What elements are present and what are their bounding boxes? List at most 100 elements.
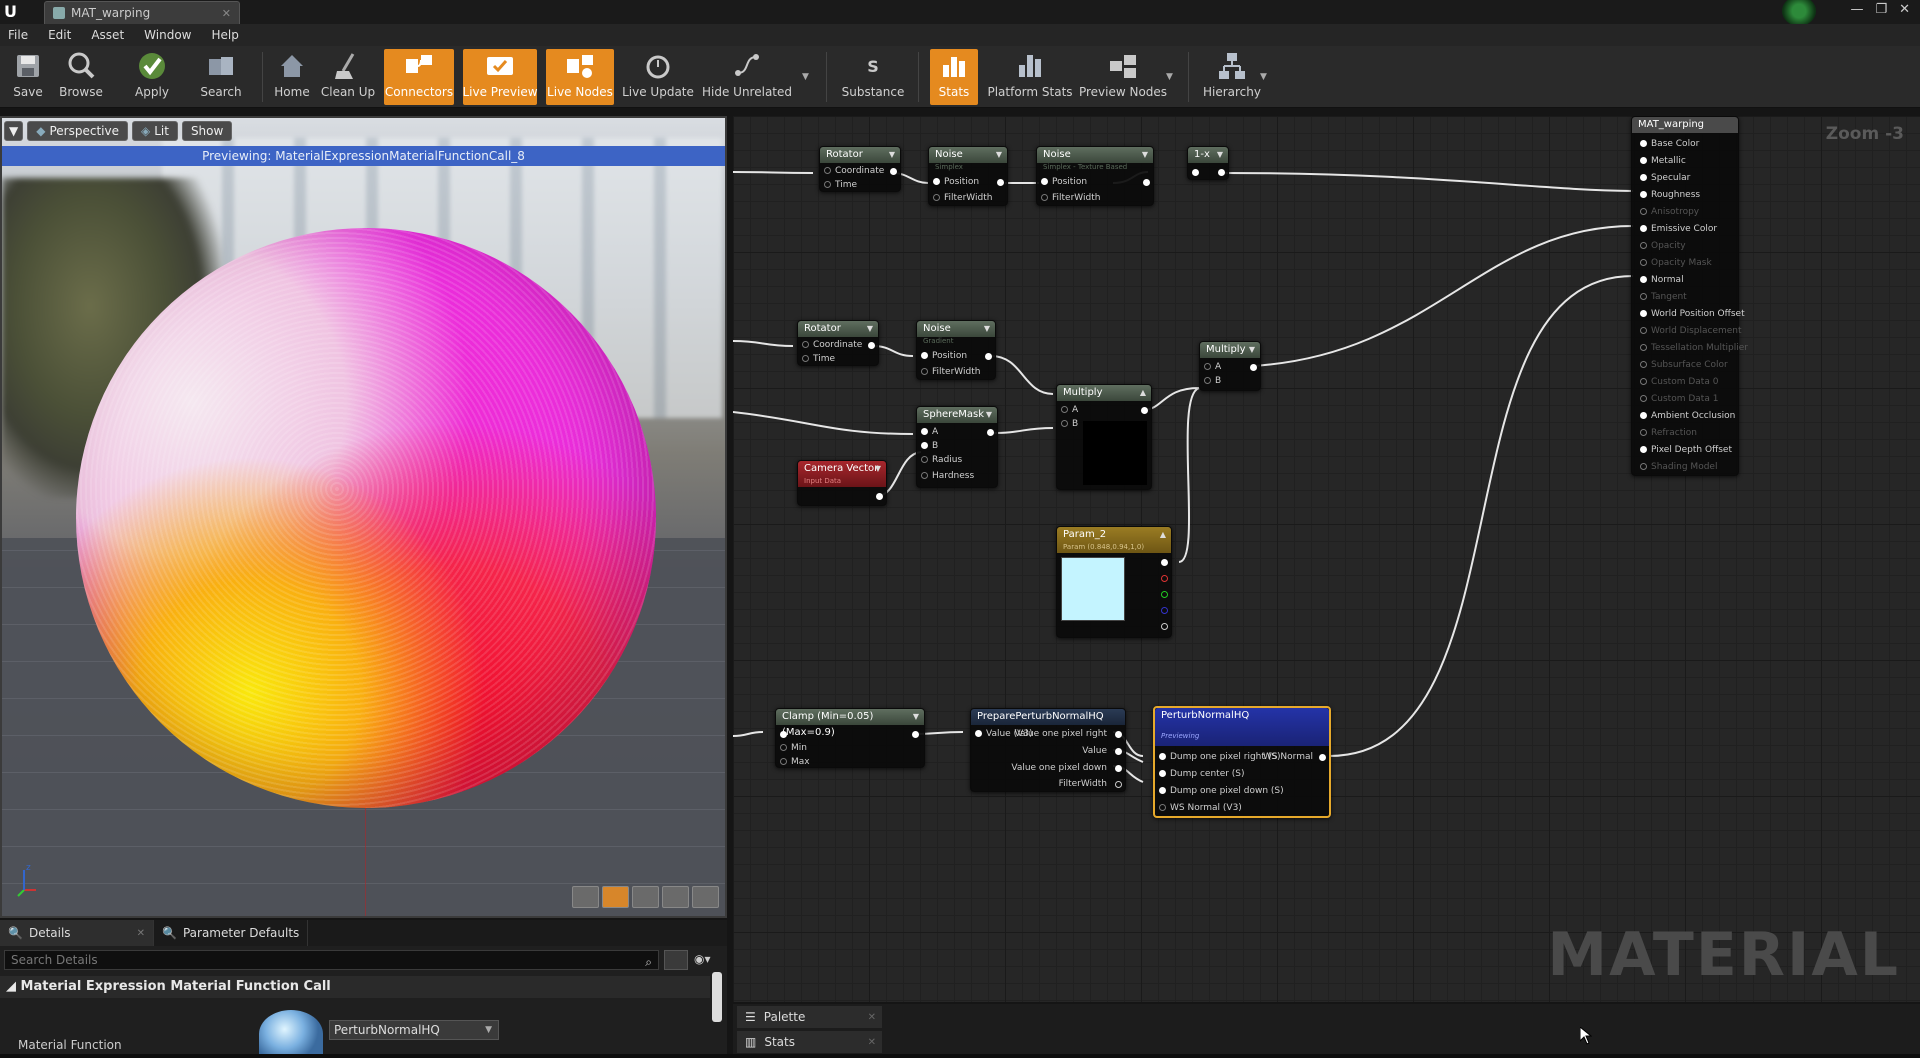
color-swatch[interactable] <box>1061 557 1125 621</box>
output-pin[interactable] <box>1319 754 1326 761</box>
camera-vector-node[interactable]: Camera Vector ▼ Input Data <box>797 460 887 506</box>
input-pin[interactable] <box>1192 169 1199 176</box>
result-pin[interactable]: Roughness <box>1640 190 1700 200</box>
param2-node[interactable]: Param_2 ▲ Param (0.848,0.94,1,0) <box>1056 526 1172 638</box>
pin-radius[interactable]: Radius <box>921 455 962 465</box>
pin-position[interactable]: Position <box>1041 177 1087 187</box>
hierarchy-button[interactable]: Hierarchy <box>1200 49 1264 105</box>
chevron-down-icon[interactable]: ▲ <box>1160 527 1166 543</box>
pin-position[interactable]: Position <box>933 177 979 187</box>
pin-filterwidth[interactable]: FilterWidth <box>1041 193 1100 203</box>
result-pin[interactable]: Opacity <box>1640 241 1686 251</box>
chevron-down-icon[interactable]: ▼ <box>867 321 873 337</box>
pin-position[interactable]: Position <box>921 351 967 361</box>
clamp-node[interactable]: Clamp (Min=0.05) (Max=0.9) ▼ Min Max <box>775 708 925 768</box>
pin-hardness[interactable]: Hardness <box>921 471 974 481</box>
output-pin-b[interactable] <box>1161 607 1168 614</box>
result-pin[interactable]: Tangent <box>1640 292 1687 302</box>
pin-a[interactable]: A <box>1204 362 1221 372</box>
pin-max[interactable]: Max <box>780 757 810 767</box>
preview-viewport[interactable]: ▼ ◆ Perspective ◈ Lit Show Previewing: Mat… <box>0 116 727 918</box>
material-result-node[interactable]: MAT_warping Base Color Metallic Specular Ro… <box>1631 116 1748 476</box>
pin-dump-center[interactable]: Dump center (S) <box>1159 769 1245 779</box>
close-window-button[interactable]: ✕ <box>1899 2 1910 17</box>
menu-edit[interactable]: Edit <box>46 28 73 42</box>
tab-parameter-defaults[interactable]: 🔍 Parameter Defaults <box>154 920 309 946</box>
prepare-perturb-normal-node[interactable]: PreparePerturbNormalHQ Value (V3) Value … <box>970 708 1126 792</box>
tab-stats[interactable]: ▥ Stats ✕ <box>737 1031 882 1053</box>
search-button[interactable]: Search <box>196 49 246 105</box>
details-scrollbar[interactable] <box>712 972 722 1022</box>
output-pin[interactable] <box>1250 364 1257 371</box>
chevron-down-icon[interactable]: ▼ <box>1249 342 1255 358</box>
tab-palette[interactable]: ☰ Palette ✕ <box>737 1006 882 1028</box>
pin-b[interactable]: B <box>1204 376 1221 386</box>
live-update-button[interactable]: Live Update <box>622 49 694 105</box>
sphere-mesh-button[interactable] <box>602 886 629 908</box>
result-pin[interactable]: Opacity Mask <box>1640 258 1712 268</box>
document-tab[interactable]: MAT_warping ✕ <box>44 1 240 24</box>
one-minus-node[interactable]: 1-x ▼ <box>1187 146 1229 180</box>
noise-node-3[interactable]: Noise ▼ Gradient Position FilterWidth <box>916 320 996 380</box>
output-pin-r[interactable] <box>1161 575 1168 582</box>
details-category-header[interactable]: ◢ Material Expression Material Function … <box>0 976 710 998</box>
close-tab-icon[interactable]: ✕ <box>868 1037 876 1048</box>
menu-window[interactable]: Window <box>142 28 193 42</box>
result-pin[interactable]: Metallic <box>1640 156 1686 166</box>
pin-ws-normal-v3[interactable]: WS Normal (V3) <box>1159 803 1242 813</box>
multiply-node-2[interactable]: Multiply ▼ A B <box>1199 341 1261 391</box>
chevron-down-icon[interactable]: ▼ <box>984 321 990 337</box>
connectors-button[interactable]: Connectors <box>384 49 454 105</box>
output-pin[interactable] <box>876 493 883 500</box>
output-pin[interactable] <box>868 342 875 349</box>
output-pin[interactable] <box>1218 169 1225 176</box>
output-pin[interactable] <box>1115 748 1122 755</box>
preview-nodes-button[interactable]: Preview Nodes <box>1079 49 1167 105</box>
output-pin-rgb[interactable] <box>1161 559 1168 566</box>
live-nodes-button[interactable]: Live Nodes <box>546 49 614 105</box>
noise-node-1[interactable]: Noise ▼ Simplex Position FilterWidth <box>928 146 1008 206</box>
result-pin[interactable]: Specular <box>1640 173 1690 183</box>
browse-button[interactable]: Browse <box>55 49 107 105</box>
result-pin[interactable]: Normal <box>1640 275 1684 285</box>
hide-unrelated-button[interactable]: Hide Unrelated <box>702 49 792 105</box>
result-pin[interactable]: Ambient Occlusion <box>1640 411 1735 421</box>
preview-nodes-dropdown-icon[interactable]: ▼ <box>1166 72 1173 82</box>
output-pin[interactable] <box>1115 781 1122 788</box>
spheremask-node[interactable]: SphereMask ▼ A B Radius Hardness <box>916 406 998 488</box>
save-button[interactable]: Save <box>8 49 48 105</box>
live-preview-button[interactable]: Live Preview <box>462 49 538 105</box>
pin-dump-one-pixel-down[interactable]: Dump one pixel down (S) <box>1159 786 1284 796</box>
pin-a[interactable]: A <box>1061 405 1078 415</box>
pin-time[interactable]: Time <box>824 180 857 190</box>
material-graph[interactable]: Zoom -3 MATERIAL Rotator ▼ Coordinate Tim… <box>733 116 1920 1002</box>
hierarchy-dropdown-icon[interactable]: ▼ <box>1260 72 1267 82</box>
material-function-combo[interactable]: PerturbNormalHQ ▼ <box>329 1020 499 1040</box>
rotator-node-2[interactable]: Rotator ▼ Coordinate Time <box>797 320 879 366</box>
pin-filterwidth[interactable]: FilterWidth <box>921 367 980 377</box>
perspective-button[interactable]: ◆ Perspective <box>27 121 128 141</box>
pin-filterwidth[interactable]: FilterWidth <box>933 193 992 203</box>
input-pin[interactable] <box>780 731 787 738</box>
multiply-node-1[interactable]: Multiply ▲ A B <box>1056 384 1152 490</box>
pin-coordinate[interactable]: Coordinate <box>802 340 862 350</box>
chevron-down-icon[interactable]: ▲ <box>1140 385 1146 401</box>
show-button[interactable]: Show <box>181 121 233 141</box>
result-pin[interactable]: Emissive Color <box>1640 224 1717 234</box>
output-pin[interactable] <box>912 731 919 738</box>
chevron-down-icon[interactable]: ▼ <box>1142 147 1148 163</box>
output-pin[interactable] <box>1115 731 1122 738</box>
result-pin[interactable]: World Position Offset <box>1640 309 1745 319</box>
output-pin[interactable] <box>890 168 897 175</box>
clean-up-button[interactable]: Clean Up <box>321 49 375 105</box>
output-pin-a[interactable] <box>1161 623 1168 630</box>
hide-unrelated-dropdown-icon[interactable]: ▼ <box>802 72 809 82</box>
chevron-down-icon[interactable]: ▼ <box>875 461 881 477</box>
result-pin[interactable]: Custom Data 1 <box>1640 394 1718 404</box>
substance-button[interactable]: S Substance <box>840 49 906 105</box>
details-search-input[interactable]: Search Details ⌕ <box>4 950 659 970</box>
noise-node-2[interactable]: Noise ▼ Simplex - Texture Based Position … <box>1036 146 1154 206</box>
pin-b[interactable]: B <box>1061 419 1078 429</box>
output-pin[interactable] <box>987 429 994 436</box>
result-pin[interactable]: Shading Model <box>1640 462 1717 472</box>
